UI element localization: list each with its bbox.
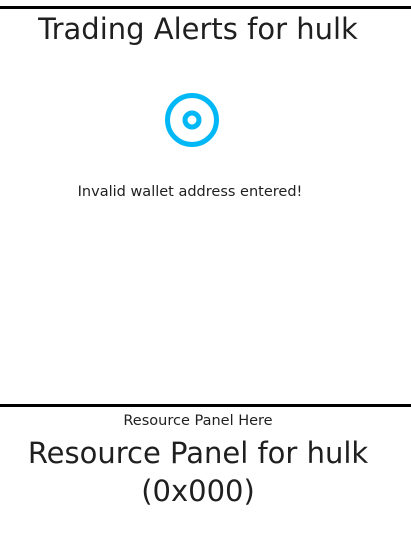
page: Trading Alerts for hulk Invalid wallet a… [0,0,411,552]
top-divider [0,6,411,9]
target-ring-icon [165,93,219,147]
trading-alerts-title: Trading Alerts for hulk [38,12,358,46]
resource-panel-address: (0x000) [141,474,255,508]
resource-panel-title: Resource Panel for hulk (0x000) [0,434,396,510]
resource-panel-title-line1: Resource Panel for hulk [27,436,369,470]
error-message: Invalid wallet address entered! [77,184,303,200]
section-divider [0,404,411,407]
resource-panel-placeholder: Resource Panel Here [123,413,273,429]
